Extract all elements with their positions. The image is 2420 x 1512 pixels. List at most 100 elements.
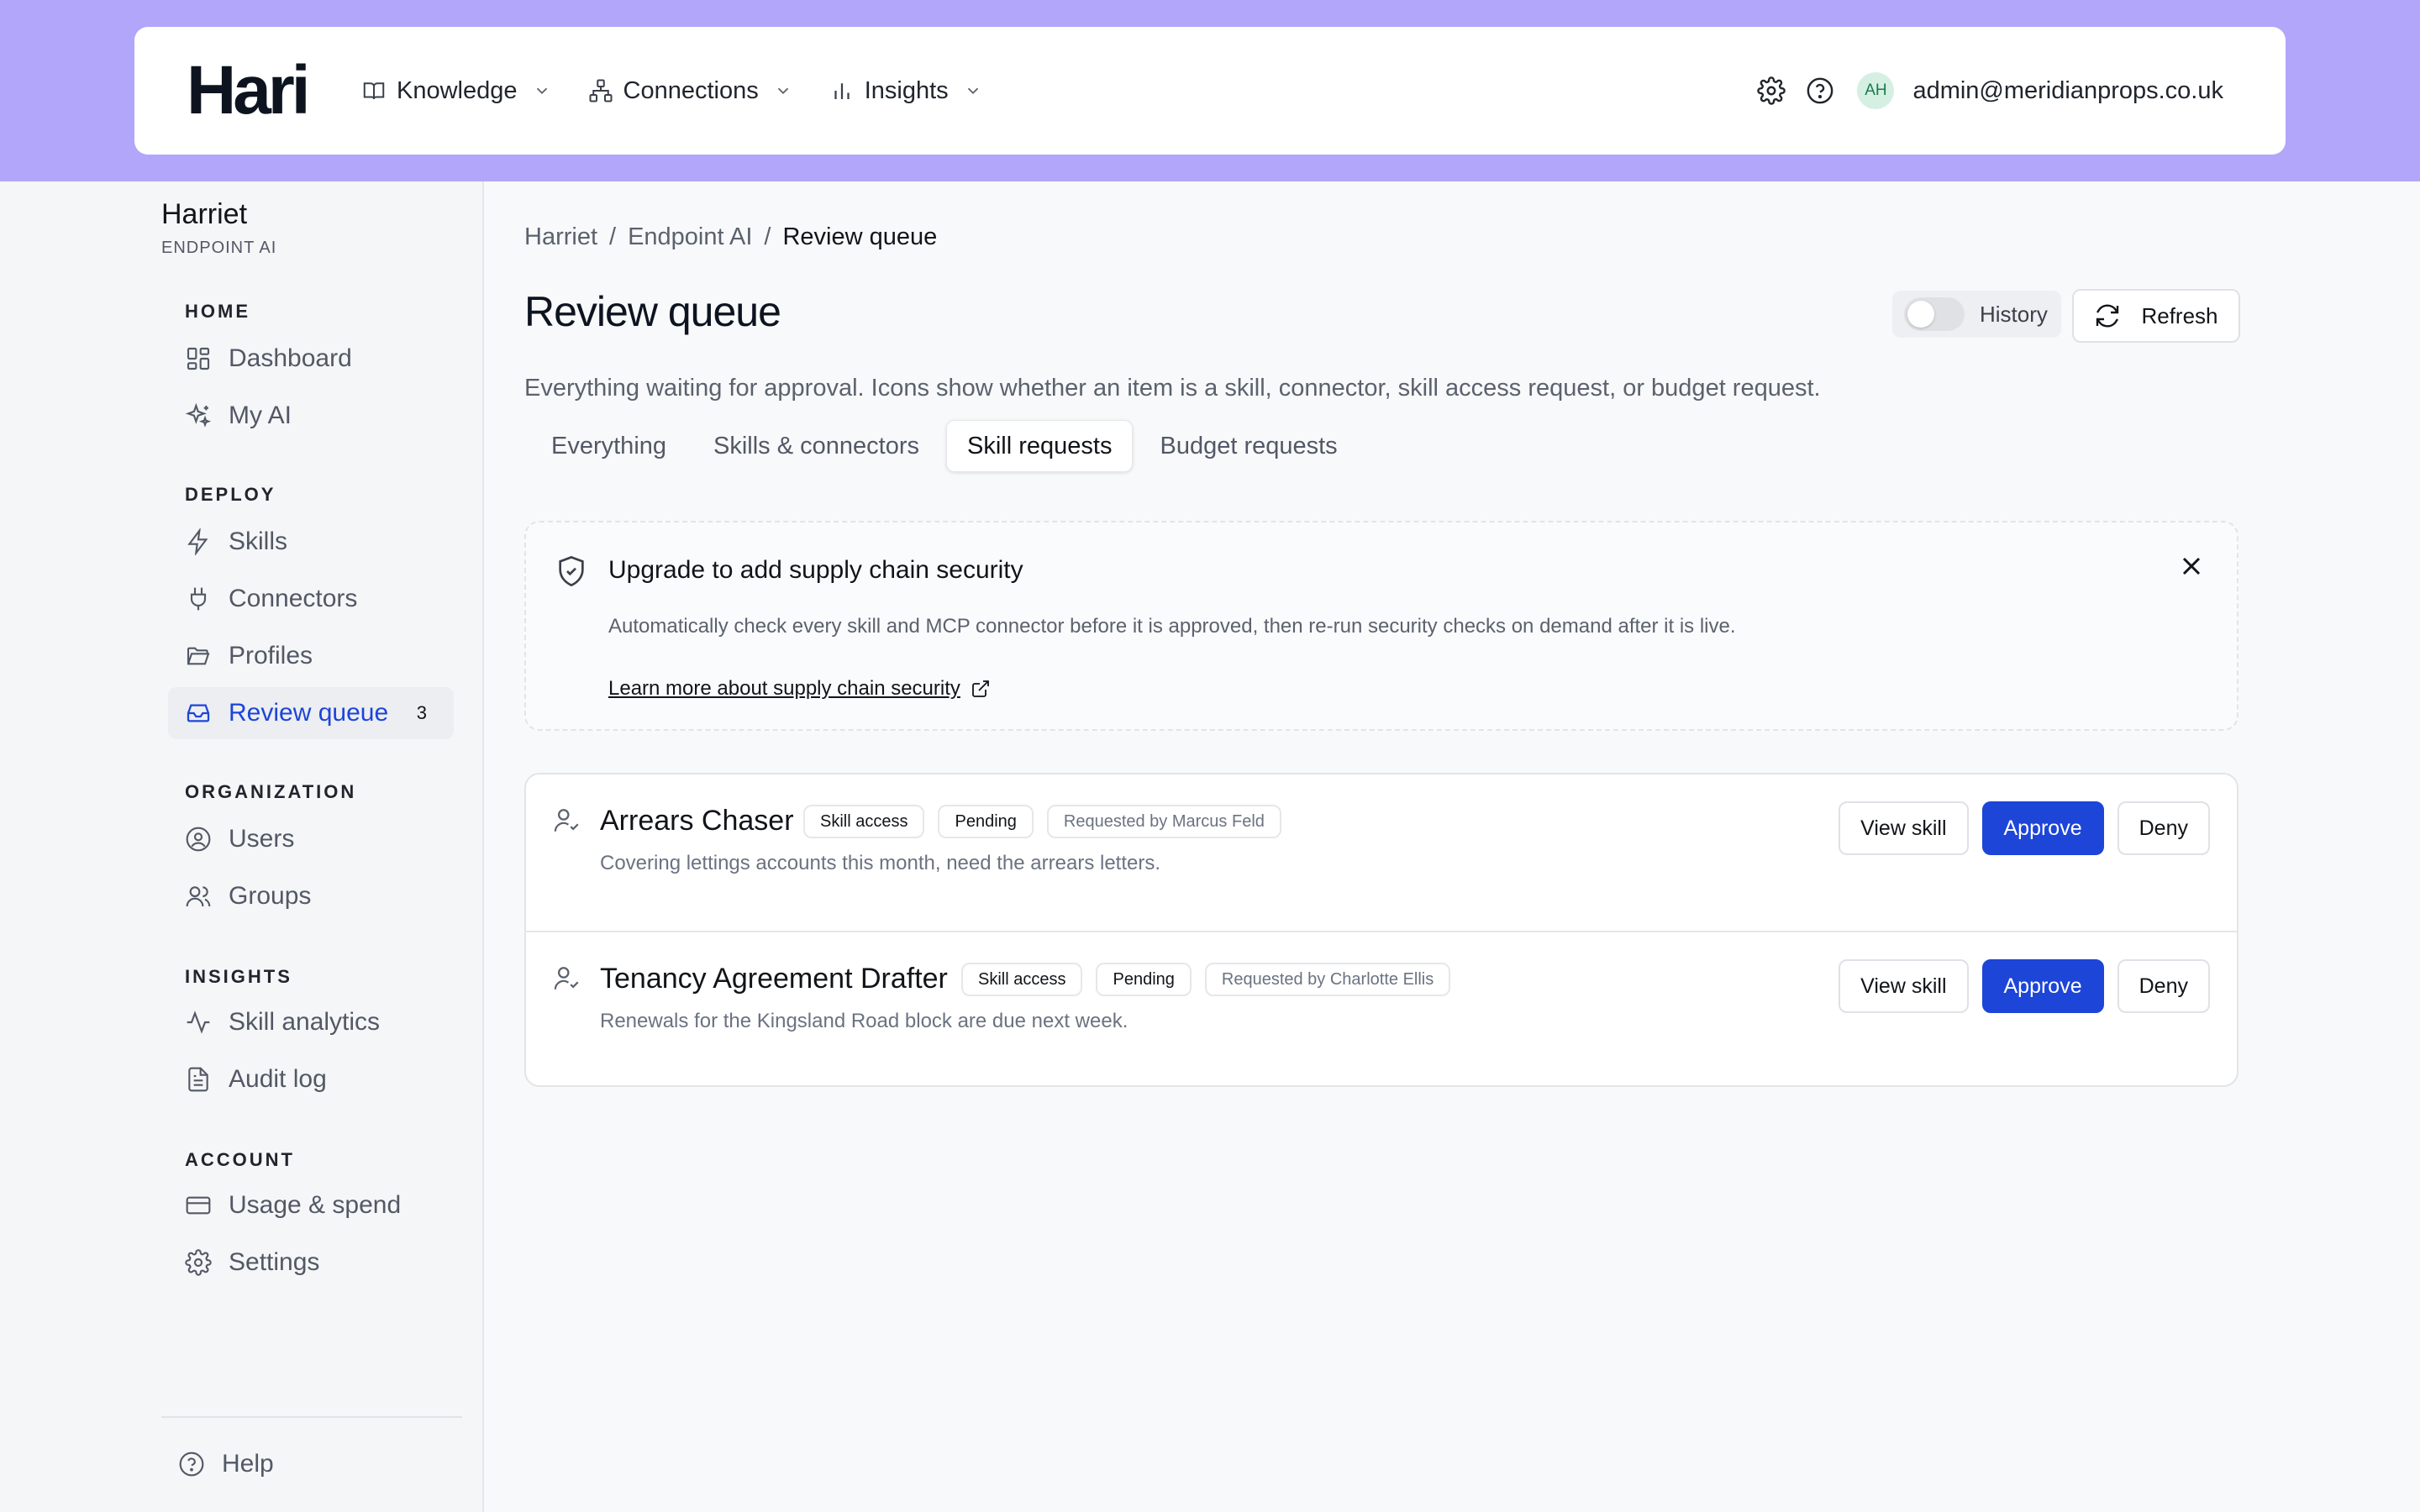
help-circle-icon	[1807, 77, 1833, 104]
top-right: AH admin@meridianprops.co.uk	[1756, 27, 2223, 155]
sidebar-item-dashboard[interactable]: Dashboard	[168, 333, 454, 385]
nav-connections-label: Connections	[623, 76, 759, 104]
inbox-icon	[187, 704, 210, 722]
external-link-icon	[972, 680, 989, 697]
requester-badge: Requested by Charlotte Ellis	[1204, 963, 1451, 996]
activity-icon	[187, 1011, 210, 1034]
chevron-down-icon	[777, 87, 788, 95]
sidebar-item-label: Review queue	[229, 699, 389, 727]
sidebar-item-help[interactable]: Help	[161, 1438, 447, 1490]
sidebar-item-usage-spend[interactable]: Usage & spend	[168, 1179, 454, 1231]
section-organization: ORGANIZATION	[185, 781, 357, 802]
sidebar-item-label: Audit log	[229, 1065, 327, 1093]
deny-button[interactable]: Deny	[2117, 959, 2210, 1013]
request-badges: Skill access Pending Requested by Marcus…	[803, 805, 1281, 838]
history-label: History	[1980, 301, 2048, 327]
gear-icon	[185, 1249, 212, 1276]
sidebar-item-skill-analytics[interactable]: Skill analytics	[168, 996, 454, 1048]
request-title: Arrears Chaser	[600, 805, 794, 837]
section-insights: INSIGHTS	[185, 966, 292, 987]
refresh-button[interactable]: Refresh	[2072, 289, 2240, 343]
approve-button[interactable]: Approve	[1981, 801, 2104, 855]
user-email[interactable]: admin@meridianprops.co.uk	[1912, 77, 2223, 105]
section-deploy: DEPLOY	[185, 484, 276, 505]
tab-everything[interactable]: Everything	[531, 420, 687, 472]
approve-button[interactable]: Approve	[1981, 959, 2104, 1013]
breadcrumb-item[interactable]: Harriet	[524, 223, 597, 251]
sparkles-icon	[185, 402, 212, 428]
history-toggle[interactable]: History	[1892, 291, 2061, 338]
sidebar-item-label: Skill analytics	[229, 1008, 381, 1036]
sidebar-item-groups[interactable]: Groups	[168, 870, 454, 922]
nav-knowledge[interactable]: Knowledge	[361, 77, 551, 105]
nav-insights[interactable]: Insights	[829, 77, 982, 105]
refresh-label: Refresh	[2141, 302, 2218, 328]
toggle-switch[interactable]	[1904, 297, 1965, 331]
request-note: Covering lettings accounts this month, n…	[600, 852, 1161, 874]
sidebar-item-profiles[interactable]: Profiles	[168, 630, 454, 682]
sidebar-item-label: Profiles	[229, 642, 313, 669]
request-note: Renewals for the Kingsland Road block ar…	[600, 1010, 1128, 1032]
credit-card-icon	[186, 1196, 211, 1215]
gear-icon	[1757, 76, 1786, 105]
sidebar-item-skills[interactable]: Skills	[168, 516, 454, 568]
section-home: HOME	[185, 301, 250, 322]
sidebar-item-label: Usage & spend	[229, 1191, 402, 1219]
users-icon	[186, 886, 211, 907]
sidebar-item-label: Connectors	[229, 585, 358, 612]
sidebar-item-audit-log[interactable]: Audit log	[168, 1053, 454, 1105]
sidebar-item-my-ai[interactable]: My AI	[168, 390, 454, 442]
sidebar-item-connectors[interactable]: Connectors	[168, 573, 454, 625]
settings-button[interactable]	[1756, 76, 1786, 106]
sidebar-item-settings[interactable]: Settings	[168, 1236, 454, 1289]
breadcrumb-item[interactable]: Endpoint AI	[628, 223, 752, 251]
upgrade-banner: Upgrade to add supply chain security Aut…	[524, 521, 2238, 731]
learn-more-label: Learn more about supply chain security	[608, 677, 960, 700]
type-badge: Skill access	[803, 805, 925, 838]
request-badges: Skill access Pending Requested by Charlo…	[961, 963, 1451, 996]
file-text-icon	[188, 1067, 208, 1092]
user-check-icon	[554, 809, 579, 832]
sidebar-item-label: My AI	[229, 402, 292, 429]
breadcrumb-current: Review queue	[782, 223, 938, 250]
network-icon	[589, 79, 612, 102]
chevron-down-icon	[536, 87, 547, 95]
deny-button[interactable]: Deny	[2117, 801, 2210, 855]
chevron-down-icon	[967, 87, 978, 95]
logo[interactable]: Hari	[187, 56, 311, 125]
learn-more-link[interactable]: Learn more about supply chain security	[608, 677, 991, 701]
tab-budget-requests[interactable]: Budget requests	[1139, 420, 1357, 472]
tab-skill-requests[interactable]: Skill requests	[946, 420, 1134, 472]
sidebar-item-label: Help	[222, 1450, 274, 1478]
request-actions: View skill Approve Deny	[1839, 959, 2210, 1013]
lightning-icon	[187, 528, 208, 555]
sidebar-item-label: Users	[229, 825, 295, 853]
help-button[interactable]	[1805, 76, 1835, 106]
sidebar-item-label: Skills	[229, 528, 288, 555]
banner-title: Upgrade to add supply chain security	[608, 556, 1023, 584]
sidebar-item-label: Dashboard	[229, 344, 352, 372]
book-icon	[363, 82, 385, 100]
request-list: Arrears Chaser Skill access Pending Requ…	[524, 773, 2238, 1087]
type-badge: Skill access	[961, 963, 1083, 996]
view-skill-button[interactable]: View skill	[1839, 959, 1969, 1013]
sidebar-divider	[161, 1416, 462, 1418]
org-name: Harriet	[161, 198, 248, 230]
section-account: ACCOUNT	[185, 1149, 295, 1170]
sidebar-item-review-queue[interactable]: Review queue 3	[168, 687, 454, 739]
nav-connections[interactable]: Connections	[588, 77, 792, 105]
sidebar-item-label: Settings	[229, 1248, 320, 1276]
shield-check-icon	[559, 555, 584, 587]
tab-skills-connectors[interactable]: Skills & connectors	[693, 420, 939, 472]
help-circle-icon	[179, 1452, 204, 1477]
list-item: Arrears Chaser Skill access Pending Requ…	[526, 774, 2237, 931]
avatar[interactable]: AH	[1857, 72, 1895, 109]
nav-insights-label: Insights	[864, 76, 949, 104]
close-icon[interactable]	[2176, 551, 2207, 581]
page-description: Everything waiting for approval. Icons s…	[524, 375, 1821, 402]
requester-badge: Requested by Marcus Feld	[1046, 805, 1281, 838]
sidebar-item-users[interactable]: Users	[168, 813, 454, 865]
view-skill-button[interactable]: View skill	[1839, 801, 1969, 855]
nav-knowledge-label: Knowledge	[397, 76, 518, 104]
top-nav: Knowledge Connections Insights	[361, 27, 982, 155]
